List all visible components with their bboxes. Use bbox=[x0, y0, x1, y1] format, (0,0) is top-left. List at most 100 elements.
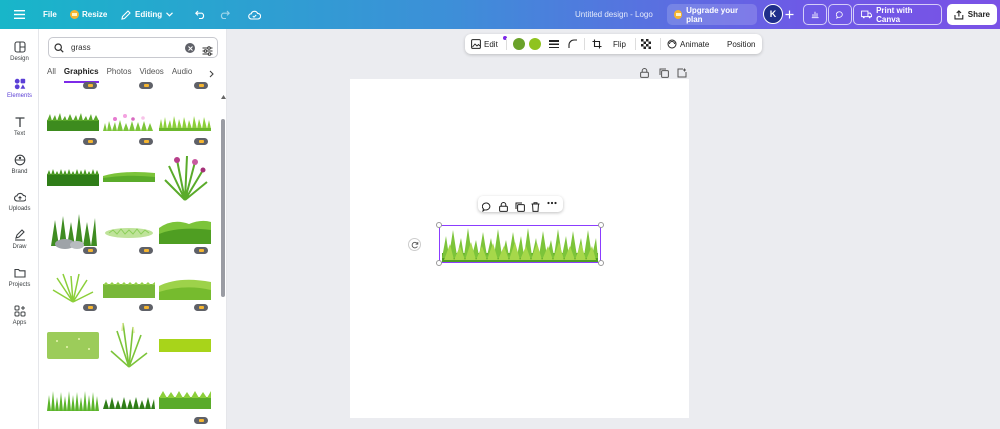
comments-button[interactable] bbox=[828, 4, 852, 25]
upgrade-plan-button[interactable]: Upgrade your plan bbox=[667, 4, 757, 25]
tab-graphics[interactable]: Graphics bbox=[63, 67, 99, 83]
print-with-canva-button[interactable]: Print with Canva bbox=[853, 4, 942, 25]
result-tabs: All Graphics Photos Videos Audio bbox=[47, 67, 192, 83]
resize-handle-top-left[interactable] bbox=[436, 222, 442, 228]
resize-handle-bottom-right[interactable] bbox=[598, 260, 604, 266]
avatar[interactable]: K bbox=[763, 4, 783, 24]
pro-badge bbox=[139, 247, 153, 254]
rail-item-apps[interactable]: Apps bbox=[0, 305, 39, 339]
rail-item-projects[interactable]: Projects bbox=[0, 267, 39, 301]
grass-graphic-thumbnail[interactable] bbox=[103, 168, 155, 191]
grass-graphic-thumbnail[interactable] bbox=[103, 113, 155, 136]
grass-graphic-thumbnail[interactable] bbox=[103, 226, 155, 245]
grass-graphic-thumbnail[interactable] bbox=[159, 154, 211, 207]
tabs-scroll-right-button[interactable] bbox=[205, 68, 217, 80]
edit-label: Edit bbox=[484, 39, 498, 49]
rotate-handle[interactable] bbox=[408, 238, 421, 251]
search-box bbox=[48, 37, 218, 58]
resize-button[interactable]: Resize bbox=[70, 0, 107, 29]
plus-icon bbox=[785, 10, 794, 19]
grass-graphic-thumbnail[interactable] bbox=[47, 168, 99, 191]
grass-graphic-thumbnail[interactable] bbox=[159, 339, 211, 357]
rail-item-elements[interactable]: Elements bbox=[0, 78, 39, 112]
grass-graphic-thumbnail[interactable] bbox=[47, 329, 99, 364]
clear-search-button[interactable] bbox=[185, 43, 195, 53]
grass-graphic-thumbnail[interactable] bbox=[103, 395, 155, 414]
pro-badge bbox=[194, 247, 208, 254]
chevron-right-icon bbox=[209, 70, 214, 78]
filter-button[interactable] bbox=[202, 43, 213, 61]
scroll-up-arrow[interactable] bbox=[221, 86, 226, 104]
add-collaborator-button[interactable] bbox=[785, 0, 794, 29]
toolbar-divider bbox=[635, 38, 636, 50]
grass-graphic-thumbnail[interactable] bbox=[159, 391, 211, 414]
folder-icon bbox=[13, 267, 26, 279]
selection-toolbar bbox=[478, 196, 563, 213]
grass-graphic-thumbnail[interactable] bbox=[159, 113, 211, 136]
more-options-button[interactable] bbox=[547, 198, 557, 210]
rail-item-design[interactable]: Design bbox=[0, 41, 39, 75]
element-toolbar: Edit Flip Animate Position bbox=[465, 34, 762, 54]
file-menu-button[interactable]: File bbox=[43, 0, 57, 29]
tab-videos[interactable]: Videos bbox=[139, 67, 163, 83]
upgrade-label: Upgrade your plan bbox=[686, 5, 739, 24]
edit-button[interactable]: Edit bbox=[471, 34, 507, 54]
pro-badge bbox=[194, 138, 208, 145]
comment-element-button[interactable] bbox=[481, 199, 492, 217]
redo-button[interactable] bbox=[219, 0, 230, 29]
share-button[interactable]: Share bbox=[947, 4, 997, 25]
rail-item-uploads[interactable]: Uploads bbox=[0, 191, 39, 225]
design-title[interactable]: Untitled design - Logo bbox=[575, 0, 653, 29]
rail-label: Design bbox=[10, 56, 29, 62]
search-input[interactable] bbox=[69, 42, 179, 53]
grass-graphic-thumbnail[interactable] bbox=[159, 216, 211, 249]
transparency-button[interactable] bbox=[641, 34, 651, 54]
cloud-save-status[interactable] bbox=[248, 0, 261, 29]
undo-button[interactable] bbox=[195, 0, 206, 29]
avatar-initial: K bbox=[769, 9, 777, 19]
chevron-down-icon bbox=[166, 12, 174, 17]
rail-item-text[interactable]: Text bbox=[0, 116, 39, 150]
lock-icon bbox=[499, 202, 508, 212]
resize-handle-top-right[interactable] bbox=[598, 222, 604, 228]
rail-item-brand[interactable]: Brand bbox=[0, 154, 39, 188]
hamburger-menu-icon bbox=[14, 10, 25, 19]
comment-icon bbox=[836, 10, 843, 19]
color-swatch-2[interactable] bbox=[529, 38, 541, 50]
grass-graphic-thumbnail[interactable] bbox=[103, 321, 155, 374]
flip-button[interactable]: Flip bbox=[613, 34, 626, 54]
position-button[interactable]: Position bbox=[727, 34, 755, 54]
crop-button[interactable] bbox=[592, 34, 602, 54]
grass-graphic-thumbnail[interactable] bbox=[103, 282, 155, 303]
tab-photos[interactable]: Photos bbox=[107, 67, 132, 83]
cloud-check-icon bbox=[248, 10, 261, 20]
shapes-icon bbox=[14, 78, 26, 90]
rail-item-draw[interactable]: Draw bbox=[0, 229, 39, 263]
lock-icon bbox=[640, 68, 649, 78]
grass-graphic-thumbnail[interactable] bbox=[47, 389, 99, 416]
resize-handle-bottom-left[interactable] bbox=[436, 260, 442, 266]
grass-graphic-thumbnail[interactable] bbox=[159, 276, 211, 305]
crop-icon bbox=[592, 39, 602, 49]
checkerboard-icon bbox=[641, 39, 651, 49]
tab-audio[interactable]: Audio bbox=[172, 67, 192, 83]
duplicate-element-button[interactable] bbox=[515, 199, 525, 217]
brand-icon bbox=[14, 154, 26, 166]
insights-button[interactable] bbox=[803, 4, 827, 25]
menu-button[interactable] bbox=[14, 0, 25, 29]
animate-label: Animate bbox=[680, 39, 710, 49]
tab-all[interactable]: All bbox=[47, 67, 56, 83]
border-style-button[interactable] bbox=[549, 34, 559, 54]
delete-element-button[interactable] bbox=[531, 199, 540, 217]
color-swatch-1[interactable] bbox=[513, 38, 525, 50]
grass-graphic-thumbnail[interactable] bbox=[47, 113, 99, 136]
pro-badge bbox=[83, 247, 97, 254]
editing-mode-dropdown[interactable]: Editing bbox=[121, 0, 174, 29]
truck-icon bbox=[861, 10, 873, 19]
lock-element-button[interactable] bbox=[499, 199, 508, 217]
image-edit-icon bbox=[471, 39, 481, 49]
toolbar-divider bbox=[584, 38, 585, 50]
corner-rounding-button[interactable] bbox=[568, 34, 578, 54]
panel-scrollbar-thumb[interactable] bbox=[221, 119, 225, 297]
animate-button[interactable]: Animate bbox=[667, 34, 709, 54]
